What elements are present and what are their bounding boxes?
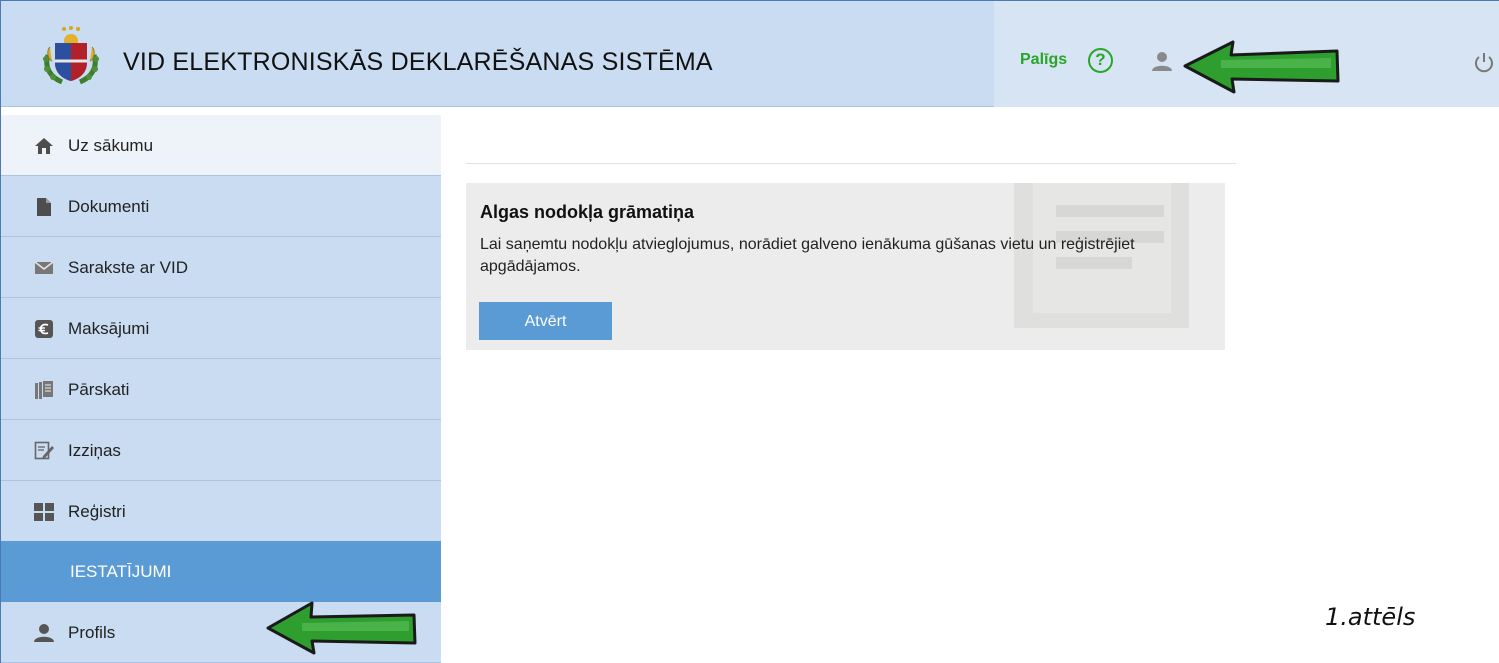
app-title: VID ELEKTRONISKĀS DEKLARĒŠANAS SISTĒMA bbox=[123, 48, 713, 76]
open-button[interactable]: Atvērt bbox=[479, 302, 612, 340]
help-link[interactable]: Palīgs bbox=[1020, 51, 1067, 69]
document-icon bbox=[37, 198, 51, 216]
sidebar-item-label: Pārskati bbox=[68, 380, 130, 399]
sidebar-section-label: IESTATĪJUMI bbox=[70, 562, 172, 581]
figure-caption: 1.attēls bbox=[1325, 603, 1416, 631]
sidebar-section-settings: IESTATĪJUMI bbox=[1, 541, 441, 602]
help-icon[interactable]: ? bbox=[1088, 48, 1113, 73]
card-description: Lai saņemtu nodokļu atvieglojumus, norād… bbox=[480, 236, 1135, 275]
coat-of-arms-logo bbox=[43, 26, 99, 85]
annotation-arrow-icon bbox=[266, 601, 417, 655]
card-title: Algas nodokļa grāmatiņa bbox=[480, 202, 695, 222]
sidebar-item-label: Uz sākumu bbox=[68, 136, 154, 155]
certificate-icon bbox=[34, 441, 54, 460]
sidebar-nav: Uz sākumu Dokumenti Sarakste ar VID Maks… bbox=[1, 115, 441, 663]
sidebar-item-home[interactable]: Uz sākumu bbox=[1, 115, 441, 176]
user-icon[interactable] bbox=[1151, 51, 1173, 71]
sidebar-item-certificates[interactable]: Izziņas bbox=[1, 420, 441, 481]
sidebar-item-payments[interactable]: Maksājumi bbox=[1, 298, 441, 359]
sidebar-item-correspondence[interactable]: Sarakste ar VID bbox=[1, 237, 441, 298]
sidebar-item-registers[interactable]: Reģistri bbox=[1, 481, 441, 542]
app-header: VID ELEKTRONISKĀS DEKLARĒŠANAS SISTĒMA P… bbox=[1, 1, 1499, 107]
sidebar-item-label: Profils bbox=[68, 623, 116, 642]
euro-icon bbox=[35, 320, 53, 338]
sidebar-item-label: Dokumenti bbox=[68, 197, 150, 216]
annotation-arrow-icon bbox=[1183, 40, 1340, 94]
sidebar-item-reports[interactable]: Pārskati bbox=[1, 359, 441, 420]
sidebar-item-documents[interactable]: Dokumenti bbox=[1, 176, 441, 237]
envelope-icon bbox=[34, 261, 54, 274]
content-divider bbox=[466, 163, 1236, 164]
sidebar-item-label: Izziņas bbox=[68, 441, 121, 460]
reports-icon bbox=[35, 381, 53, 399]
tax-book-card: Algas nodokļa grāmatiņa Lai saņemtu nodo… bbox=[466, 183, 1225, 350]
sidebar-item-label: Maksājumi bbox=[68, 319, 150, 338]
home-icon bbox=[35, 138, 53, 154]
sidebar-item-label: Reģistri bbox=[68, 502, 126, 521]
power-icon[interactable] bbox=[1473, 51, 1495, 73]
sidebar-item-label: Sarakste ar VID bbox=[68, 258, 188, 277]
user-icon bbox=[34, 624, 54, 642]
registers-icon bbox=[34, 503, 54, 521]
